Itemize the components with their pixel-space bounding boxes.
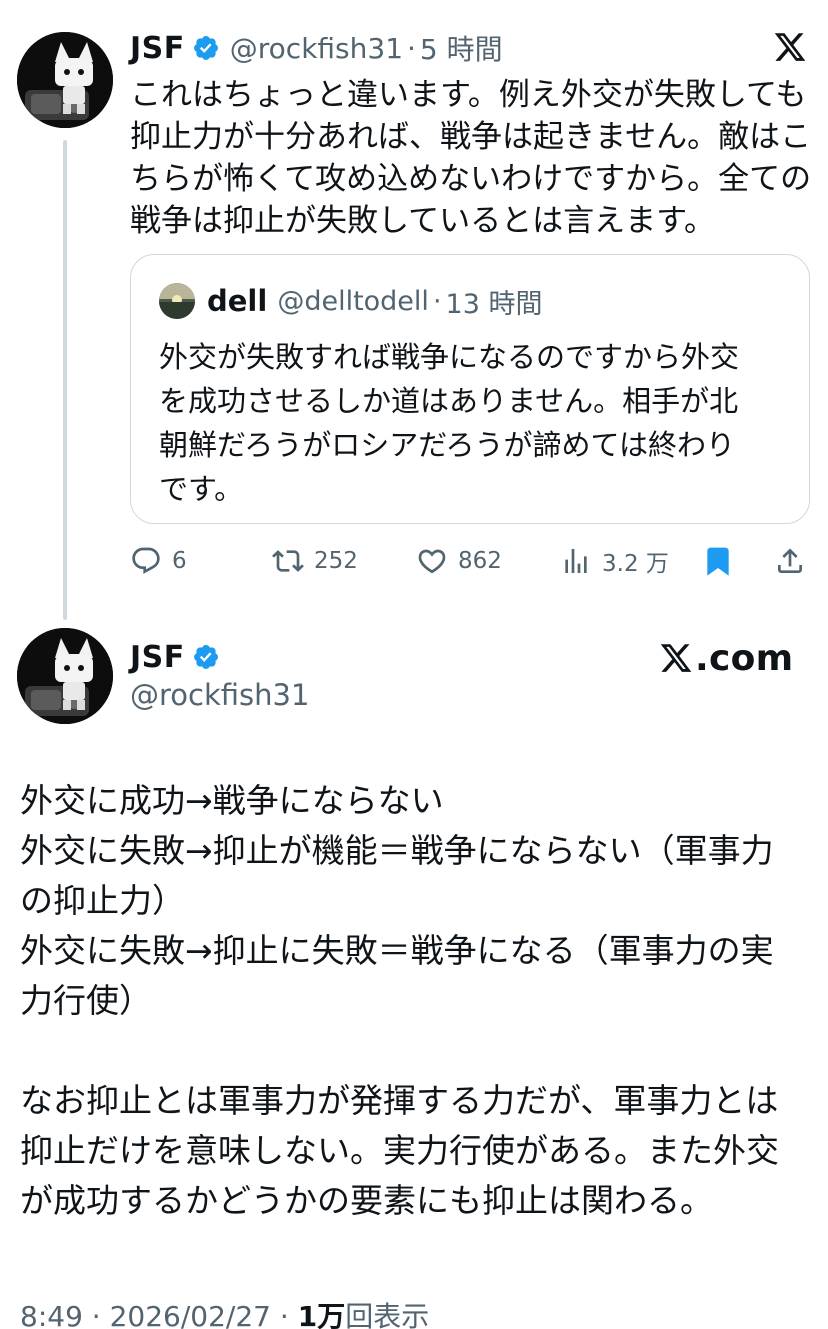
view-count: 1万 bbox=[297, 1300, 346, 1329]
body-line: なお抑止とは軍事力が発揮する力だが、軍事力とは bbox=[20, 1081, 779, 1120]
tweet-text-line: ちらが怖くて攻め込めないわけですから。全ての bbox=[130, 161, 812, 197]
repost-icon bbox=[272, 545, 304, 577]
tweet-text-line: 戦争は抑止が失敗しているとは言えます。 bbox=[130, 203, 715, 239]
tweet-time[interactable]: 5 時間 bbox=[420, 28, 503, 68]
quoted-text-line: 外交が失敗すれば戦争になるのですから外交 bbox=[159, 340, 740, 374]
tweet-header: JSF @rockfish31 · 5 時間 bbox=[130, 28, 503, 68]
quoted-author-name: dell bbox=[207, 284, 268, 318]
tweet-action-bar: 6 252 862 3.2 万 bbox=[130, 538, 810, 584]
body-line: の抑止力） bbox=[20, 881, 185, 920]
author-handle[interactable]: @rockfish31 bbox=[230, 32, 403, 65]
separator-dot: · bbox=[407, 31, 416, 65]
quoted-author-avatar bbox=[159, 283, 195, 319]
quoted-tweet-text: 外交が失敗すれば戦争になるのですから外交 を成功させるしか道はありません。相手が… bbox=[159, 335, 789, 511]
quoted-tweet-card[interactable]: dell @delltodell · 13 時間 外交が失敗すれば戦争になるので… bbox=[130, 254, 810, 524]
body-line: 抑止だけを意味しない。実力行使がある。また外交 bbox=[20, 1131, 779, 1170]
body-line: 外交に成功→戦争にならない bbox=[20, 781, 444, 820]
x-logo-icon[interactable] bbox=[772, 30, 808, 64]
tweet-text: これはちょっと違います。例え外交が失敗しても 抑止力が十分あれば、戦争は起きませ… bbox=[130, 74, 812, 242]
author-name[interactable]: JSF bbox=[130, 31, 185, 66]
main-author-name[interactable]: JSF bbox=[130, 640, 185, 675]
x-com-brand[interactable]: .com bbox=[658, 636, 793, 680]
author-avatar[interactable] bbox=[17, 32, 113, 128]
body-line: 力行使） bbox=[20, 981, 152, 1020]
views-count: 3.2 万 bbox=[602, 551, 669, 577]
verified-badge-icon bbox=[192, 643, 220, 671]
separator-dot: · bbox=[432, 285, 442, 317]
main-author-avatar[interactable] bbox=[17, 628, 113, 724]
tweet-text-line: 抑止力が十分あれば、戦争は起きません。敵はこ bbox=[130, 119, 812, 155]
quoted-text-line: を成功させるしか道はありません。相手が北 bbox=[159, 384, 739, 418]
separator-dot: · bbox=[279, 1300, 289, 1329]
quoted-text-line: 朝鮮だろうがロシアだろうが諦めては終わり bbox=[159, 428, 735, 462]
reply-count: 6 bbox=[172, 548, 187, 574]
body-line: 外交に失敗→抑止に失敗＝戦争になる（軍事力の実 bbox=[20, 931, 774, 970]
post-footer-meta: 8:49 · 2026/02/27 · 1万回表示 bbox=[20, 1300, 429, 1329]
bookmark-icon bbox=[702, 545, 734, 577]
repost-button[interactable]: 252 bbox=[272, 538, 358, 584]
bookmark-button[interactable] bbox=[702, 538, 734, 584]
quoted-tweet-header: dell @delltodell · 13 時間 bbox=[207, 283, 543, 320]
repost-count: 252 bbox=[314, 548, 358, 574]
separator-dot: · bbox=[91, 1300, 101, 1329]
thread-connector-line bbox=[63, 140, 67, 620]
share-button[interactable] bbox=[774, 538, 806, 584]
like-button[interactable]: 862 bbox=[416, 538, 502, 584]
body-line-blank bbox=[20, 1026, 810, 1076]
verified-badge-icon bbox=[192, 34, 220, 62]
tweet-screenshot: JSF @rockfish31 · 5 時間 これはちょっと違います。例え外交が… bbox=[0, 0, 828, 1329]
body-line: が成功するかどうかの要素にも抑止は関わる。 bbox=[20, 1181, 713, 1220]
main-post-body: 外交に成功→戦争にならない 外交に失敗→抑止が機能＝戦争にならない（軍事力 の抑… bbox=[20, 776, 810, 1226]
quoted-tweet-time: 13 時間 bbox=[445, 288, 543, 320]
post-time[interactable]: 8:49 bbox=[20, 1300, 83, 1329]
main-author-handle[interactable]: @rockfish31 bbox=[130, 678, 309, 712]
view-count-label: 回表示 bbox=[345, 1300, 430, 1329]
main-post-header: JSF bbox=[130, 637, 220, 677]
post-date[interactable]: 2026/02/27 bbox=[110, 1300, 271, 1329]
like-count: 862 bbox=[458, 548, 502, 574]
views-button[interactable]: 3.2 万 bbox=[560, 538, 669, 584]
brand-domain-text: .com bbox=[695, 637, 794, 679]
reply-icon bbox=[130, 545, 162, 577]
reply-button[interactable]: 6 bbox=[130, 538, 187, 584]
share-icon bbox=[774, 545, 806, 577]
body-line: 外交に失敗→抑止が機能＝戦争にならない（軍事力 bbox=[20, 831, 774, 870]
quoted-text-line: です。 bbox=[159, 472, 244, 506]
like-icon bbox=[416, 545, 448, 577]
x-logo-icon bbox=[658, 641, 694, 675]
quoted-author-handle: @delltodell bbox=[277, 285, 429, 317]
views-icon bbox=[560, 545, 592, 577]
tweet-text-line: これはちょっと違います。例え外交が失敗しても bbox=[130, 77, 807, 113]
